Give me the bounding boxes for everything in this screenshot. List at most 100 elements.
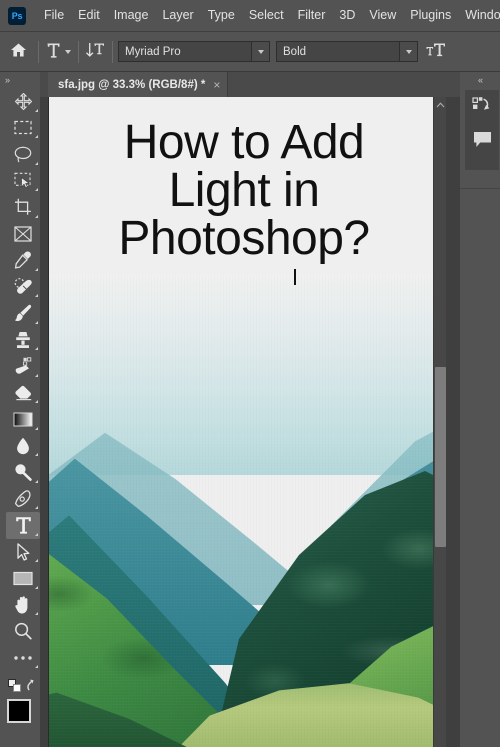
menu-item-filter[interactable]: Filter	[291, 0, 333, 31]
flyout-indicator	[35, 426, 38, 430]
healing-brush-icon	[14, 277, 33, 296]
frame-icon	[14, 226, 32, 242]
flyout-indicator	[35, 267, 38, 271]
tool-path-selection[interactable]	[6, 539, 40, 566]
chevron-up-icon	[436, 97, 445, 111]
text-cursor-caret	[294, 269, 296, 285]
flyout-indicator	[35, 532, 38, 536]
menu-item-image[interactable]: Image	[107, 0, 156, 31]
rectangle-icon	[13, 571, 33, 586]
magnifier-icon	[14, 622, 32, 640]
tool-gradient[interactable]	[6, 406, 40, 433]
crop-icon	[14, 198, 32, 216]
font-style-dropdown-arrow[interactable]	[399, 42, 417, 61]
swap-colors-icon[interactable]	[26, 678, 40, 695]
tool-spot-healing-brush[interactable]	[6, 274, 40, 301]
options-separator-3	[112, 40, 113, 63]
options-separator-2	[78, 40, 79, 63]
font-size-button[interactable]	[421, 32, 451, 72]
path-arrow-icon	[16, 543, 30, 561]
menu-item-select[interactable]: Select	[242, 0, 291, 31]
flyout-indicator	[35, 506, 38, 509]
font-family-select[interactable]: Myriad Pro	[118, 41, 270, 62]
flyout-indicator	[35, 135, 38, 138]
font-style-value: Bold	[283, 45, 307, 58]
canvas-title-text[interactable]: How to Add Light in Photoshop?	[49, 119, 439, 263]
tool-preset-picker[interactable]	[41, 32, 76, 72]
tool-frame[interactable]	[6, 221, 40, 248]
document-canvas[interactable]: How to Add Light in Photoshop?	[48, 97, 446, 747]
tools-list	[6, 88, 40, 747]
chevron-down-icon	[405, 49, 412, 54]
tool-eyedropper[interactable]	[6, 247, 40, 274]
marquee-icon	[14, 120, 32, 135]
right-panel: «	[460, 72, 500, 747]
default-colors-icon[interactable]	[8, 679, 21, 692]
panel-collapse-button[interactable]: «	[460, 72, 500, 88]
pen-icon	[14, 489, 32, 508]
eraser-icon	[14, 385, 33, 401]
tool-lasso[interactable]	[6, 141, 40, 168]
actions-panel-button[interactable]	[465, 90, 499, 124]
tool-crop[interactable]	[6, 194, 40, 221]
close-icon[interactable]: ×	[213, 79, 220, 91]
tool-clone-stamp[interactable]	[6, 327, 40, 354]
foreground-color-swatch[interactable]	[7, 699, 31, 723]
flyout-indicator	[35, 559, 38, 562]
menu-item-plugins[interactable]: Plugins	[403, 0, 458, 31]
type-tool-icon	[46, 42, 61, 62]
flyout-indicator	[35, 665, 38, 668]
tool-blur[interactable]	[6, 433, 40, 460]
flyout-indicator	[35, 347, 38, 350]
font-family-dropdown-arrow[interactable]	[251, 42, 269, 61]
document-tab[interactable]: sfa.jpg @ 33.3% (RGB/8#) * ×	[48, 72, 229, 97]
canvas-title-line-1: How to Add	[123, 116, 365, 169]
canvas-title-line-3: Photoshop?	[118, 212, 370, 265]
font-family-value: Myriad Pro	[125, 45, 181, 58]
document-tab-bar: sfa.jpg @ 33.3% (RGB/8#) * ×	[40, 72, 500, 97]
clone-stamp-icon	[14, 331, 32, 349]
font-style-select[interactable]: Bold	[276, 41, 418, 62]
chevron-down-icon	[257, 49, 264, 54]
flyout-indicator	[35, 108, 38, 112]
right-panel-body	[460, 189, 500, 747]
tool-history-brush[interactable]	[6, 353, 40, 380]
tool-dodge[interactable]	[6, 459, 40, 486]
tool-rectangular-marquee[interactable]	[6, 115, 40, 142]
home-button[interactable]	[0, 32, 36, 72]
hand-icon	[14, 596, 32, 614]
tool-eraser[interactable]	[6, 380, 40, 407]
flyout-indicator	[35, 585, 38, 589]
menu-item-file[interactable]: File	[37, 0, 71, 31]
text-orientation-button[interactable]	[81, 32, 110, 72]
tool-rectangle[interactable]	[6, 565, 40, 592]
tool-move[interactable]	[6, 88, 40, 115]
scrollbar-thumb[interactable]	[435, 367, 446, 547]
flyout-indicator	[35, 400, 38, 403]
ellipsis-icon	[13, 655, 33, 661]
scroll-up-button[interactable]	[434, 97, 446, 111]
toolbar-expand-button[interactable]: »	[0, 72, 40, 88]
menu-item-edit[interactable]: Edit	[71, 0, 107, 31]
menu-item-view[interactable]: View	[362, 0, 403, 31]
tool-object-selection[interactable]	[6, 168, 40, 195]
text-orientation-icon	[86, 41, 105, 62]
tool-edit-toolbar[interactable]	[6, 645, 40, 672]
lasso-icon	[14, 146, 32, 163]
tool-brush[interactable]	[6, 300, 40, 327]
menu-item-layer[interactable]: Layer	[155, 0, 200, 31]
home-icon	[10, 42, 27, 61]
artboard[interactable]: How to Add Light in Photoshop?	[49, 97, 439, 747]
photoshop-window: Ps File Edit Image Layer Type Select Fil…	[0, 0, 500, 747]
menu-item-3d[interactable]: 3D	[332, 0, 362, 31]
menu-item-window[interactable]: Window	[458, 0, 500, 31]
tool-zoom[interactable]	[6, 618, 40, 645]
mountain-landscape-photo	[49, 275, 439, 747]
flyout-indicator	[35, 161, 38, 165]
menu-item-type[interactable]: Type	[201, 0, 242, 31]
comments-panel-button[interactable]	[465, 124, 499, 158]
tool-pen[interactable]	[6, 486, 40, 513]
tool-hand[interactable]	[6, 592, 40, 619]
photoshop-logo: Ps	[8, 6, 26, 25]
tool-type[interactable]	[6, 512, 40, 539]
